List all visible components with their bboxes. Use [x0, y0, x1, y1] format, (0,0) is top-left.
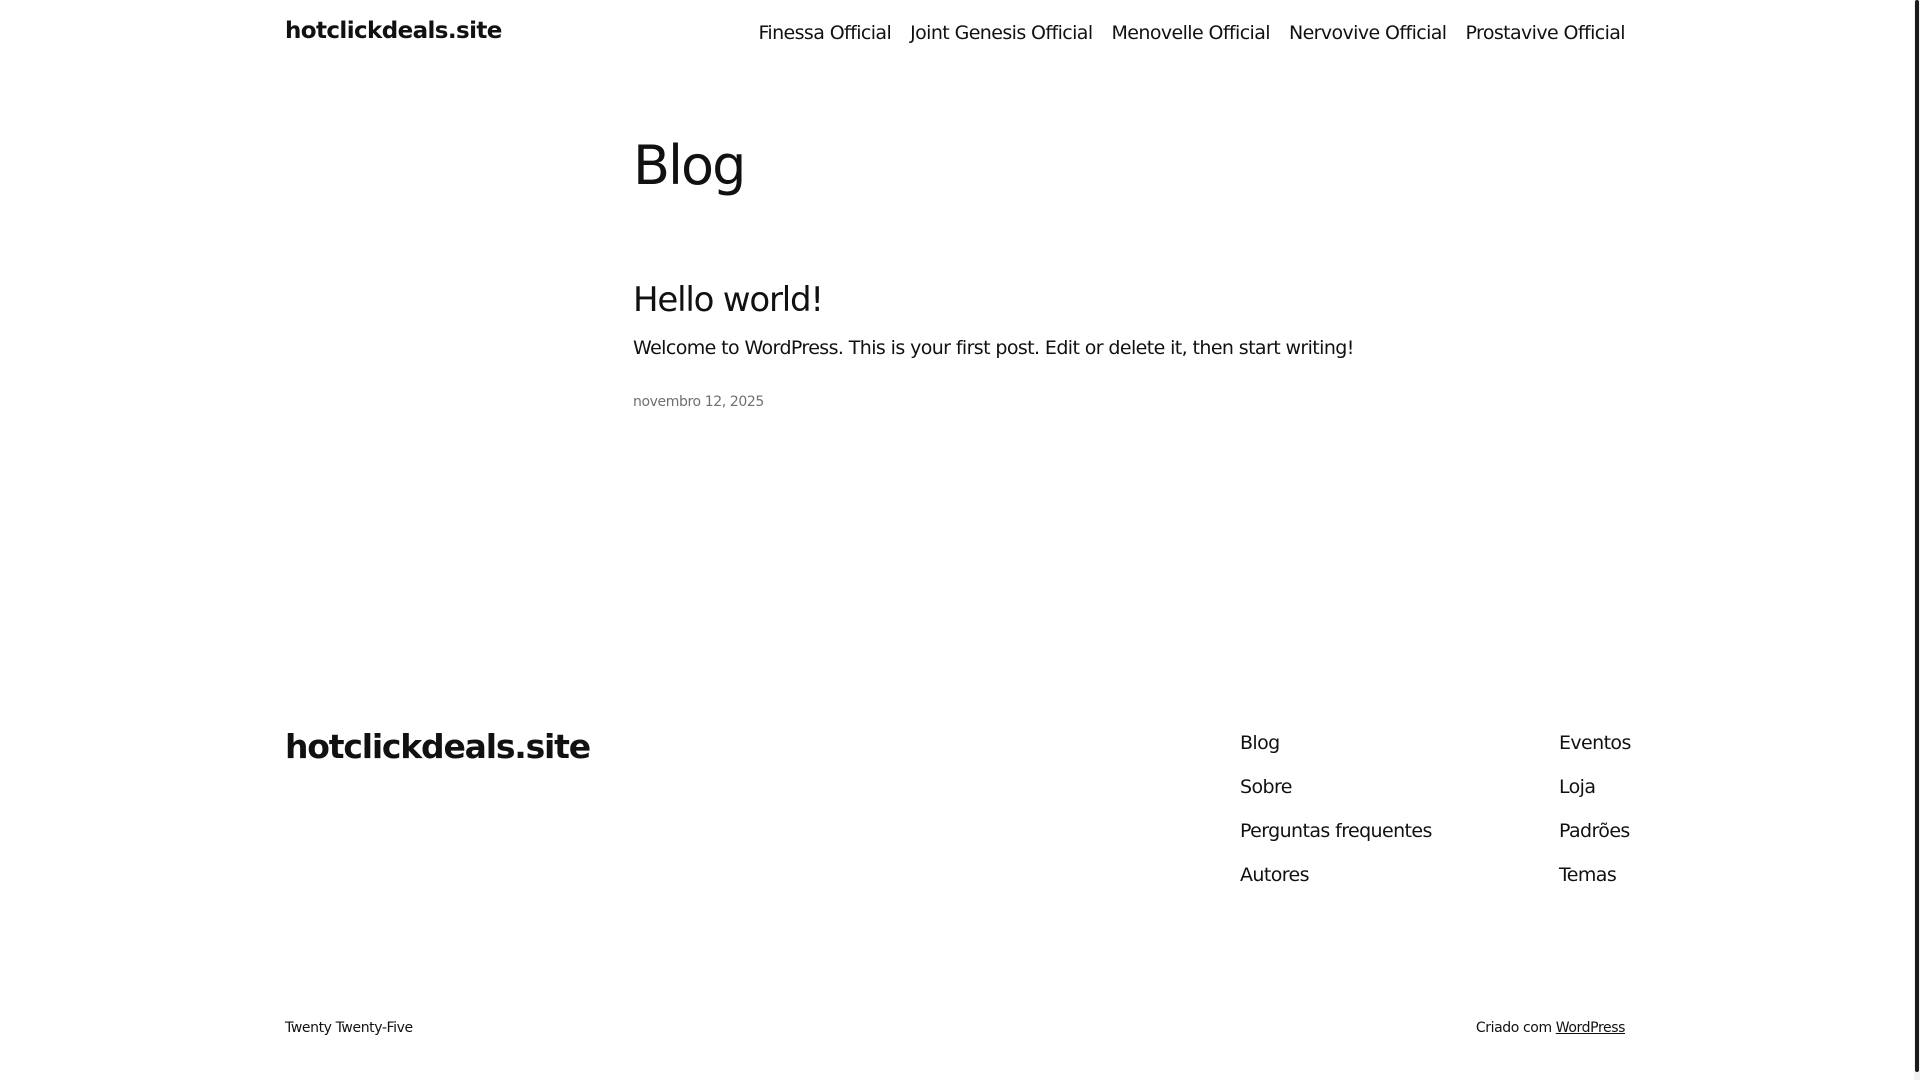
post-excerpt: Welcome to WordPress. This is your first… — [633, 337, 1354, 359]
site-title[interactable]: hotclickdeals.site — [285, 18, 502, 44]
main-navigation: Finessa Official Joint Genesis Official … — [758, 22, 1625, 44]
powered-by-credit: Criado com WordPress — [1475, 1020, 1626, 1036]
footer-link-autores[interactable]: Autores — [1240, 864, 1310, 886]
footer-site-title[interactable]: hotclickdeals.site — [285, 727, 591, 766]
nav-item-nervovive[interactable]: Nervovive Official — [1289, 22, 1447, 44]
post-title-text[interactable]: Hello world! — [633, 280, 824, 320]
wordpress-link[interactable]: WordPress — [1556, 1020, 1626, 1036]
footer-link-faq[interactable]: Perguntas frequentes — [1240, 820, 1432, 842]
footer-link-loja[interactable]: Loja — [1559, 776, 1596, 798]
vertical-scrollbar[interactable] — [1914, 0, 1920, 1080]
post-title-link[interactable]: Hello world! — [633, 280, 824, 320]
nav-item-prostavive[interactable]: Prostavive Official — [1466, 22, 1626, 44]
post-date[interactable]: novembro 12, 2025 — [633, 394, 764, 410]
theme-credit: Twenty Twenty-Five — [285, 1020, 413, 1036]
footer-link-blog[interactable]: Blog — [1240, 732, 1280, 754]
powered-by-prefix: Criado com — [1475, 1020, 1552, 1036]
nav-item-menovelle[interactable]: Menovelle Official — [1112, 22, 1271, 44]
footer-link-temas[interactable]: Temas — [1559, 864, 1617, 886]
nav-item-finessa[interactable]: Finessa Official — [758, 22, 891, 44]
footer-nav-column-2: Eventos Loja Padrões Temas — [1559, 731, 1631, 907]
footer-link-padroes[interactable]: Padrões — [1559, 820, 1630, 842]
footer-link-sobre[interactable]: Sobre — [1240, 776, 1292, 798]
scrollbar-thumb[interactable] — [1915, 0, 1919, 1072]
footer-nav-column-1: Blog Sobre Perguntas frequentes Autores — [1240, 731, 1432, 907]
page-title: Blog — [633, 134, 746, 197]
nav-item-joint-genesis[interactable]: Joint Genesis Official — [910, 22, 1093, 44]
footer-link-eventos[interactable]: Eventos — [1559, 732, 1631, 754]
